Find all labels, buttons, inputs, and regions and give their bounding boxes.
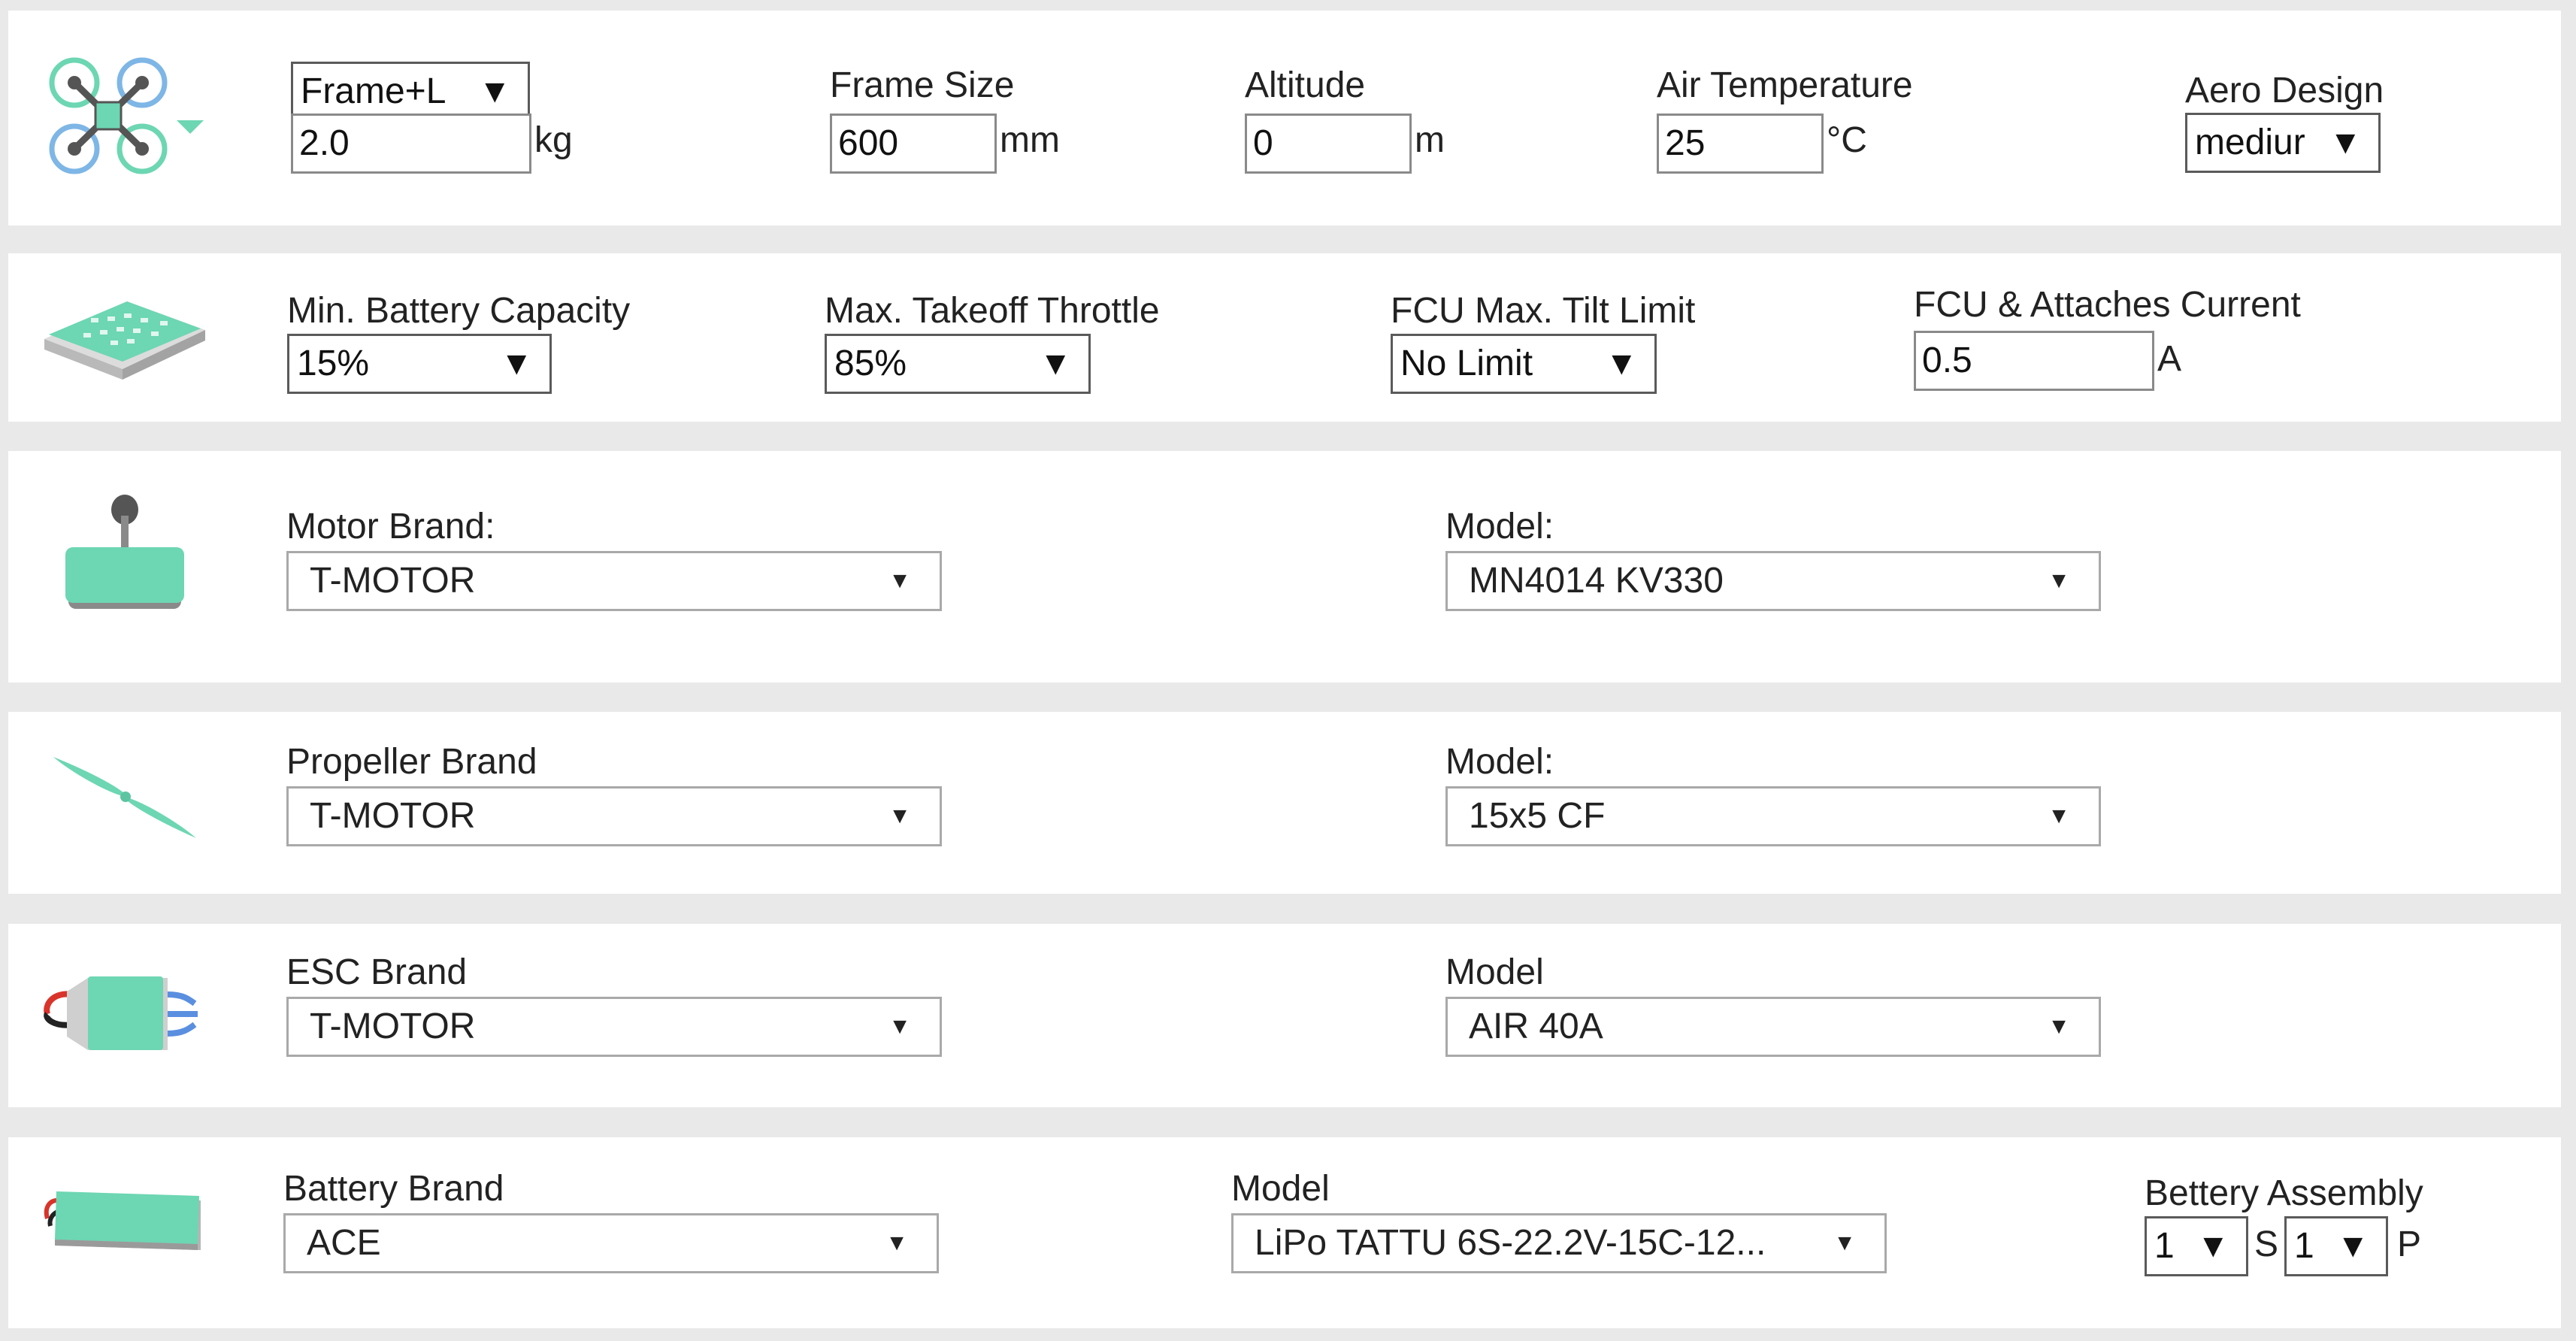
aero-design-select[interactable]: mediur ▼ [2185,113,2381,173]
motor-icon[interactable] [53,493,196,621]
battery-brand-select[interactable]: ACE ▼ [283,1213,939,1273]
frame-panel: Frame+L ▼ 2.0 kg Frame Size 600 mm Altit… [8,11,2561,226]
propeller-brand-label: Propeller Brand [286,742,537,782]
dropdown-arrow-icon: ▼ [2336,1227,2369,1264]
esc-brand-select[interactable]: T-MOTOR ▼ [286,997,942,1057]
air-temperature-label: Air Temperature [1657,65,1913,105]
propeller-brand-value: T-MOTOR [310,796,476,836]
battery-parallel-select[interactable]: 1 ▼ [2284,1216,2388,1276]
motor-model-value: MN4014 KV330 [1469,561,1724,601]
esc-brand-value: T-MOTOR [310,1007,476,1046]
battery-model-select[interactable]: LiPo TATTU 6S-22.2V-15C-12... ▼ [1231,1213,1887,1273]
battery-series-value: 1 [2154,1226,2175,1266]
esc-brand-label: ESC Brand [286,952,468,992]
battery-panel: Battery Brand ACE ▼ Model LiPo TATTU 6S-… [8,1137,2561,1328]
esc-model-value: AIR 40A [1469,1007,1603,1046]
dropdown-arrow-icon: ▼ [885,1231,908,1255]
esc-model-select[interactable]: AIR 40A ▼ [1445,997,2101,1057]
dropdown-arrow-icon: ▼ [2048,804,2070,828]
battery-parallel-unit: P [2397,1224,2422,1264]
frame-weight-input[interactable]: 2.0 [291,114,531,174]
air-temperature-unit: °C [1827,120,1867,160]
frame-type-select[interactable]: Frame+L ▼ [291,62,530,122]
motor-brand-value: T-MOTOR [310,561,476,601]
max-takeoff-throttle-select[interactable]: 85% ▼ [825,334,1091,394]
aero-design-value: mediur [2195,123,2305,162]
fcu-max-tilt-limit-select[interactable]: No Limit ▼ [1391,334,1657,394]
max-takeoff-throttle-label: Max. Takeoff Throttle [825,291,1160,331]
dropdown-arrow-icon: ▼ [1833,1231,1856,1255]
frame-size-label: Frame Size [830,65,1015,105]
frame-type-value: Frame+L [301,71,446,111]
altitude-unit: m [1415,120,1445,160]
motor-panel: Motor Brand: T-MOTOR ▼ Model: MN4014 KV3… [8,451,2561,683]
aero-design-label: Aero Design [2185,71,2384,110]
fcu-attaches-current-unit: A [2157,339,2182,379]
motor-model-select[interactable]: MN4014 KV330 ▼ [1445,551,2101,611]
quadcopter-frame-icon[interactable] [43,53,208,180]
min-battery-capacity-select[interactable]: 15% ▼ [287,334,552,394]
dropdown-arrow-icon: ▼ [888,804,911,828]
fcu-attaches-current-input[interactable]: 0.5 [1914,331,2154,391]
battery-icon[interactable] [38,1178,219,1268]
battery-assembly-label: Bettery Assembly [2145,1173,2423,1213]
fcu-max-tilt-limit-label: FCU Max. Tilt Limit [1391,291,1696,331]
propeller-model-select[interactable]: 15x5 CF ▼ [1445,786,2101,846]
min-battery-capacity-value: 15% [297,344,370,383]
frame-weight-unit: kg [534,120,573,160]
dropdown-arrow-icon: ▼ [500,345,533,382]
motor-brand-select[interactable]: T-MOTOR ▼ [286,551,942,611]
battery-model-label: Model [1231,1169,1330,1209]
dropdown-arrow-icon: ▼ [2048,1014,2070,1039]
propeller-model-label: Model: [1445,742,1554,782]
esc-panel: ESC Brand T-MOTOR ▼ Model AIR 40A ▼ [8,924,2561,1107]
dropdown-arrow-icon: ▼ [2196,1227,2229,1264]
max-takeoff-throttle-value: 85% [834,344,907,383]
min-battery-capacity-label: Min. Battery Capacity [287,291,631,331]
altitude-label: Altitude [1245,65,1366,105]
propeller-panel: Propeller Brand T-MOTOR ▼ Model: 15x5 CF… [8,712,2561,894]
battery-model-value: LiPo TATTU 6S-22.2V-15C-12... [1255,1223,1766,1263]
esc-icon[interactable] [29,961,210,1067]
battery-brand-label: Battery Brand [283,1169,504,1209]
frame-size-unit: mm [1000,120,1060,160]
fcu-attaches-current-label: FCU & Attaches Current [1914,285,2301,325]
altitude-input[interactable]: 0 [1245,114,1412,174]
flight-controller-icon[interactable] [38,295,211,386]
esc-model-label: Model [1445,952,1544,992]
battery-parallel-value: 1 [2294,1226,2314,1266]
motor-brand-label: Motor Brand: [286,507,495,546]
dropdown-arrow-icon: ▼ [888,1014,911,1039]
dropdown-arrow-icon: ▼ [2329,124,2362,161]
battery-brand-value: ACE [307,1223,381,1263]
frame-size-input[interactable]: 600 [830,114,997,174]
propeller-icon[interactable] [46,749,204,847]
propeller-model-value: 15x5 CF [1469,796,1606,836]
battery-series-unit: S [2254,1224,2279,1264]
dropdown-arrow-icon: ▼ [1605,345,1638,382]
air-temperature-input[interactable]: 25 [1657,114,1824,174]
dropdown-arrow-icon: ▼ [478,73,511,110]
battery-series-select[interactable]: 1 ▼ [2145,1216,2248,1276]
propeller-brand-select[interactable]: T-MOTOR ▼ [286,786,942,846]
motor-model-label: Model: [1445,507,1554,546]
fcu-max-tilt-limit-value: No Limit [1400,344,1533,383]
controller-panel: Min. Battery Capacity 15% ▼ Max. Takeoff… [8,253,2561,422]
dropdown-arrow-icon: ▼ [2048,568,2070,593]
dropdown-arrow-icon: ▼ [888,568,911,593]
dropdown-arrow-icon: ▼ [1039,345,1072,382]
